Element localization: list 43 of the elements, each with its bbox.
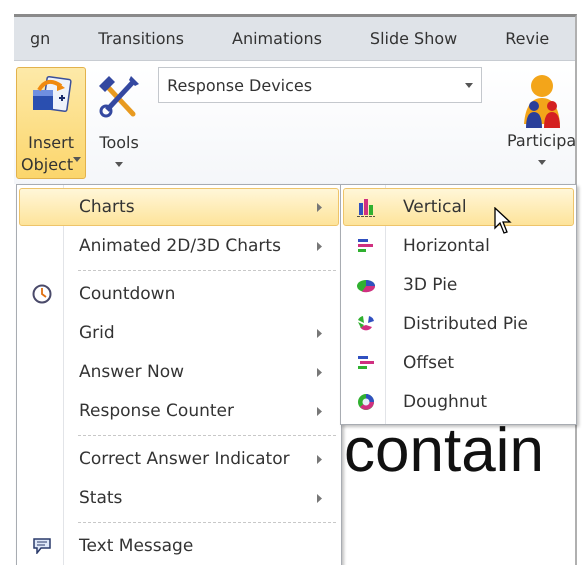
button-label: Object: [21, 154, 82, 176]
submenu-arrow-icon: [317, 406, 322, 416]
button-label: Insert: [28, 132, 74, 154]
submenu-arrow-icon: [317, 454, 322, 464]
dropdown-arrow-icon: [465, 82, 474, 88]
submenu-item[interactable]: Offset: [343, 344, 574, 382]
submenu-arrow-icon: [317, 202, 322, 212]
ribbon-tab[interactable]: gn: [14, 29, 74, 48]
menu-item[interactable]: Answer Now: [19, 353, 339, 391]
button-label: Participa: [507, 130, 575, 152]
button-label: Tools: [99, 132, 139, 154]
menu-item[interactable]: Grid: [19, 314, 339, 352]
response-devices-dropdown[interactable]: Response Devices: [158, 67, 482, 103]
caret-icon: [115, 162, 124, 167]
menu-item[interactable]: Response Counter: [19, 392, 339, 430]
participants-button[interactable]: Participa: [502, 67, 575, 168]
submenu-arrow-icon: [317, 494, 322, 502]
vertical-bar-chart-icon: [356, 197, 376, 217]
ribbon-tab[interactable]: Revie: [481, 29, 574, 48]
slide-text: contain: [344, 420, 544, 482]
menu-item[interactable]: Charts: [19, 188, 339, 226]
submenu-item[interactable]: Doughnut: [343, 383, 574, 421]
clock-icon: [32, 284, 52, 304]
ribbon-tab[interactable]: Slide Show: [346, 29, 482, 48]
ribbon-tab[interactable]: Transitions: [74, 29, 208, 48]
submenu-item[interactable]: 3D Pie: [343, 266, 574, 304]
submenu-item[interactable]: Vertical: [343, 188, 574, 226]
caret-icon: [538, 160, 546, 165]
speech-bubble-icon: [33, 538, 51, 554]
tools-button[interactable]: Tools: [92, 67, 146, 170]
menu-item[interactable]: Animated 2D/3D Charts: [19, 227, 339, 265]
submenu-arrow-icon: [317, 242, 322, 250]
mouse-pointer-icon: [494, 207, 512, 235]
caret-icon: [73, 156, 82, 162]
hammer-wrench-icon: [97, 74, 142, 118]
submenu-arrow-icon: [317, 328, 322, 338]
submenu-item[interactable]: Distributed Pie: [343, 305, 574, 343]
submenu-item[interactable]: Horizontal: [343, 227, 574, 265]
ribbon-tab[interactable]: Animations: [208, 29, 346, 48]
submenu-arrow-icon: [317, 368, 322, 376]
menu-item[interactable]: Stats: [19, 479, 339, 517]
insert-object-button[interactable]: Insert Object: [16, 67, 86, 179]
doughnut-chart-icon: [356, 392, 376, 412]
